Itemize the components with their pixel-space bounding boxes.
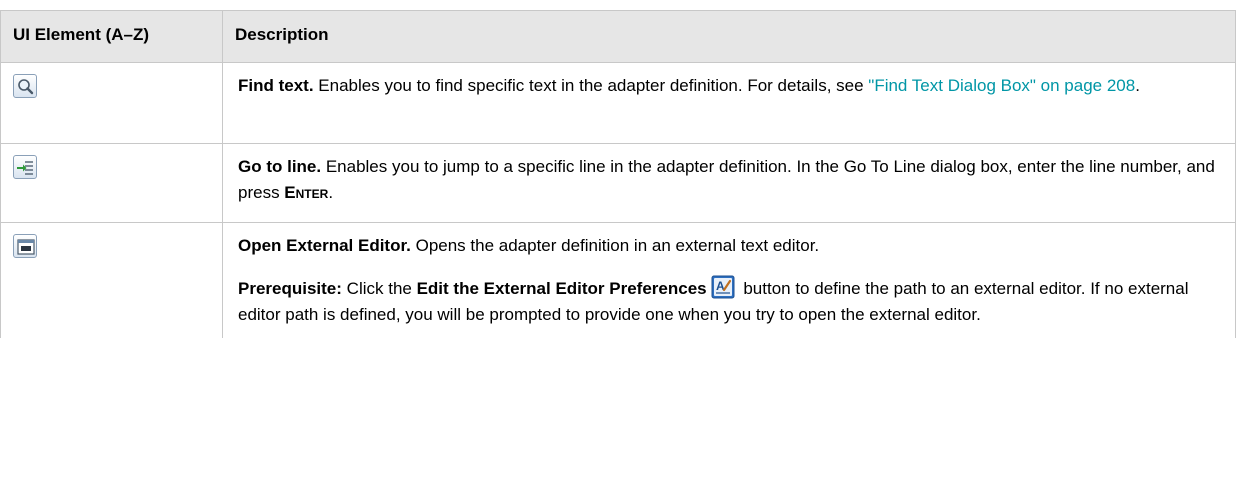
open-external-editor-description: Opens the adapter definition in an exter… — [410, 236, 820, 255]
enter-key-label: Enter — [284, 183, 329, 202]
editor-preferences-icon: A — [711, 275, 735, 299]
go-to-line-tail: . — [328, 183, 334, 202]
ui-element-cell — [0, 222, 223, 338]
prerequisite-text-start: Click the — [341, 279, 417, 298]
header-description-label: Description — [235, 25, 329, 44]
table-row: Go to line. Enables you to jump to a spe… — [0, 143, 1236, 223]
find-text-description: Enables you to find specific text in the… — [313, 76, 869, 95]
find-text-tail: . — [1135, 76, 1140, 95]
description-cell: Find text. Enables you to find specific … — [222, 62, 1236, 144]
go-to-line-icon — [13, 155, 37, 179]
edit-preferences-term: Edit the External Editor Preferences — [416, 279, 707, 298]
description-cell: Open External Editor. Opens the adapter … — [222, 222, 1236, 338]
prerequisite-label: Prerequisite: — [238, 279, 342, 298]
header-ui-element-label: UI Element (A–Z) — [13, 25, 150, 44]
table-row: Open External Editor. Opens the adapter … — [0, 222, 1236, 338]
header-description: Description — [222, 10, 1236, 63]
open-editor-paragraph: Open External Editor. Opens the adapter … — [238, 233, 1223, 259]
ui-elements-table: UI Element (A–Z) Description Find text. … — [0, 10, 1236, 338]
find-text-dialog-link[interactable]: "Find Text Dialog Box" on page 208 — [868, 76, 1135, 95]
go-to-line-description: Enables you to jump to a specific line i… — [238, 157, 1215, 202]
prerequisite-paragraph: Prerequisite: Click the Edit the Externa… — [238, 275, 1223, 328]
external-editor-icon — [13, 234, 37, 258]
ui-element-cell — [0, 143, 223, 223]
table-row: Find text. Enables you to find specific … — [0, 62, 1236, 144]
open-external-editor-term: Open External Editor. — [238, 236, 411, 255]
go-to-line-term: Go to line. — [238, 157, 322, 176]
find-text-term: Find text. — [238, 76, 314, 95]
table-header-row: UI Element (A–Z) Description — [0, 10, 1236, 63]
ui-element-cell — [0, 62, 223, 144]
header-ui-element: UI Element (A–Z) — [0, 10, 223, 63]
search-icon — [13, 74, 37, 98]
description-cell: Go to line. Enables you to jump to a spe… — [222, 143, 1236, 223]
